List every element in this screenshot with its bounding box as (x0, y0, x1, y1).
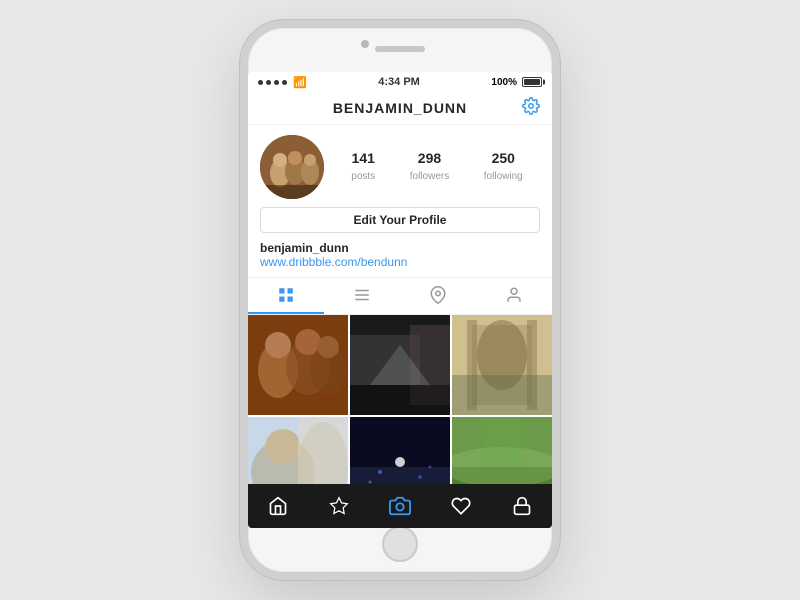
battery-fill (524, 79, 540, 85)
battery-icon (520, 77, 542, 87)
bio-link[interactable]: www.dribbble.com/bendunn (260, 255, 540, 269)
stats-container: 141 posts 298 followers 250 following (334, 150, 540, 184)
speaker-grille (375, 46, 425, 52)
signal-dot (274, 80, 279, 85)
posts-count: 141 (351, 150, 375, 166)
bio-name: benjamin_dunn (260, 241, 540, 255)
edit-profile-button[interactable]: Edit Your Profile (260, 207, 540, 233)
tab-grid[interactable] (248, 278, 324, 314)
stat-followers: 298 followers (410, 150, 449, 184)
person-icon (505, 286, 523, 304)
stat-posts: 141 posts (351, 150, 375, 184)
tab-location[interactable] (400, 278, 476, 314)
profile-username: BENJAMIN_DUNN (333, 100, 467, 116)
home-button[interactable] (382, 526, 418, 562)
photo-3-svg (452, 315, 552, 415)
location-icon (429, 286, 447, 304)
signal-dot (258, 80, 263, 85)
phone-screen: 📶 4:34 PM 100% BENJAMIN_DUNN (248, 72, 552, 528)
photo-cell[interactable] (248, 315, 348, 415)
phone-mockup: 📶 4:34 PM 100% BENJAMIN_DUNN (240, 20, 560, 580)
home-icon (268, 496, 288, 516)
status-time: 4:34 PM (378, 76, 420, 88)
camera-icon (389, 495, 411, 517)
status-bar: 📶 4:34 PM 100% (248, 72, 552, 92)
wifi-icon: 📶 (293, 76, 307, 89)
followers-label: followers (410, 171, 449, 182)
avatar-svg (260, 135, 324, 199)
bottom-nav (248, 484, 552, 528)
signal-dot (282, 80, 287, 85)
battery-body (522, 77, 542, 87)
nav-camera[interactable] (380, 486, 420, 526)
nav-profile[interactable] (502, 486, 542, 526)
stat-following: 250 following (484, 150, 523, 184)
photo-2-svg (350, 315, 450, 415)
heart-icon (451, 496, 471, 516)
nav-home[interactable] (258, 486, 298, 526)
tab-list[interactable] (324, 278, 400, 314)
following-label: following (484, 171, 523, 182)
list-icon (353, 286, 371, 304)
compass-icon (329, 496, 349, 516)
battery-percent: 100% (491, 77, 517, 88)
signal-bars: 📶 (258, 76, 307, 89)
photo-1-svg (248, 315, 348, 415)
avatar-image (260, 135, 324, 199)
photo-cell[interactable] (350, 315, 450, 415)
following-count: 250 (484, 150, 523, 166)
tab-bar (248, 277, 552, 315)
nav-explore[interactable] (319, 486, 359, 526)
posts-label: posts (351, 171, 375, 182)
photo-cell[interactable] (452, 315, 552, 415)
avatar (260, 135, 324, 199)
nav-heart[interactable] (441, 486, 481, 526)
profile-icon (512, 496, 532, 516)
status-right: 100% (491, 77, 542, 88)
tab-person[interactable] (476, 278, 552, 314)
profile-header: BENJAMIN_DUNN (248, 92, 552, 125)
settings-icon[interactable] (522, 97, 540, 120)
camera-dot (361, 40, 369, 48)
signal-dot (266, 80, 271, 85)
followers-count: 298 (410, 150, 449, 166)
grid-icon (277, 286, 295, 304)
bio-section: benjamin_dunn www.dribbble.com/bendunn (248, 239, 552, 277)
profile-info: 141 posts 298 followers 250 following (248, 125, 552, 207)
